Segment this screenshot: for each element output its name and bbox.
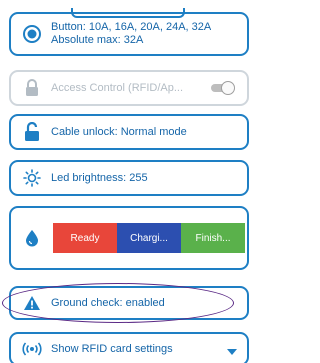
previous-card-edge xyxy=(71,8,185,18)
settings-screen: Button: 10A, 16A, 20A, 24A, 32A Absolute… xyxy=(0,0,257,363)
ground-check-card[interactable]: Ground check: enabled xyxy=(9,286,249,320)
button-current-card[interactable]: Button: 10A, 16A, 20A, 24A, 32A Absolute… xyxy=(9,8,249,56)
led-states-card: Ready Chargi... Finish... xyxy=(9,206,249,270)
led-brightness-label: Led brightness: 255 xyxy=(51,171,148,184)
unlock-icon xyxy=(21,121,43,143)
radio-selected-icon xyxy=(21,23,43,45)
ground-check-label: Ground check: enabled xyxy=(51,296,165,309)
led-charging-segment[interactable]: Chargi... xyxy=(117,223,181,253)
lock-icon xyxy=(21,77,43,99)
cable-unlock-card[interactable]: Cable unlock: Normal mode xyxy=(9,114,249,150)
button-current-label: Button: 10A, 16A, 20A, 24A, 32A xyxy=(51,21,212,33)
access-control-card[interactable]: Access Control (RFID/Ap... xyxy=(9,70,249,106)
cable-unlock-label: Cable unlock: Normal mode xyxy=(51,125,187,138)
access-control-toggle[interactable] xyxy=(209,81,235,95)
warning-icon xyxy=(21,292,43,314)
rfid-settings-card[interactable]: Show RFID card settings xyxy=(9,332,249,363)
led-finish-segment[interactable]: Finish... xyxy=(181,223,245,253)
led-brightness-card[interactable]: Led brightness: 255 xyxy=(9,160,249,196)
brightness-icon xyxy=(21,167,43,189)
rfid-settings-label: Show RFID card settings xyxy=(51,342,173,355)
drop-icon xyxy=(21,227,43,249)
toggle-knob xyxy=(221,81,235,95)
absolute-max-label: Absolute max: 32A xyxy=(51,34,144,46)
access-control-label: Access Control (RFID/Ap... xyxy=(51,81,184,94)
chevron-down-icon[interactable] xyxy=(227,346,237,358)
led-ready-segment[interactable]: Ready xyxy=(53,223,117,253)
led-state-segments: Ready Chargi... Finish... xyxy=(53,223,245,253)
rfid-icon xyxy=(21,338,43,360)
